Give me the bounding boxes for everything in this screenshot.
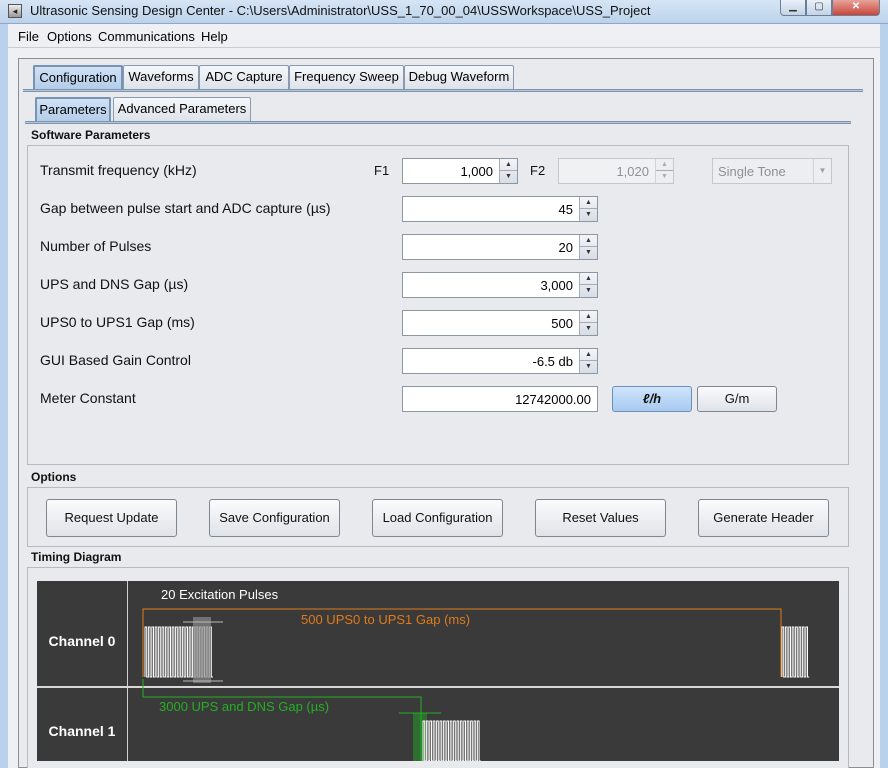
chevron-up-icon[interactable]: ▲ — [580, 311, 597, 323]
sub-tab-divider — [25, 121, 851, 124]
ups-dns-gap-stepper[interactable]: ▲ ▼ — [579, 273, 597, 297]
chevron-up-icon[interactable]: ▲ — [580, 273, 597, 285]
num-pulses-stepper[interactable]: ▲ ▼ — [579, 235, 597, 259]
main-tab-divider — [23, 89, 863, 92]
software-parameters-panel: Transmit frequency (kHz) F1 1,000 ▲ ▼ F2 … — [27, 145, 849, 465]
main-panel: Configuration Waveforms ADC Capture Freq… — [18, 58, 874, 768]
channel-1-pulses — [422, 720, 481, 761]
minimize-button[interactable]: ▁ — [780, 0, 806, 16]
ups-dns-gap-label: UPS and DNS Gap (µs) — [40, 276, 189, 292]
menu-file[interactable]: File — [18, 29, 39, 44]
chevron-down-icon[interactable]: ▼ — [580, 323, 597, 335]
gap-pulse-adc-value: 45 — [558, 202, 573, 217]
ups0-ups1-gap-bracket — [142, 608, 782, 677]
chevron-down-icon[interactable]: ▼ — [580, 361, 597, 373]
software-parameters-title: Software Parameters — [31, 128, 151, 142]
chevron-down-icon[interactable]: ▼ — [500, 171, 517, 183]
ups0-ups1-gap-value: 500 — [551, 316, 573, 331]
num-pulses-label: Number of Pulses — [40, 238, 152, 254]
tab-waveforms[interactable]: Waveforms — [123, 65, 199, 89]
channel-0-receive-pulses — [781, 626, 810, 678]
chevron-up-icon[interactable]: ▲ — [580, 235, 597, 247]
chevron-down-icon[interactable]: ▼ — [813, 159, 831, 183]
tone-mode-value: Single Tone — [718, 164, 786, 179]
chevron-down-icon[interactable]: ▼ — [580, 285, 597, 297]
ups0-ups1-gap-spinner[interactable]: 500 ▲ ▼ — [402, 310, 598, 336]
timing-diagram-title: Timing Diagram — [31, 550, 122, 564]
num-pulses-value: 20 — [558, 240, 573, 255]
adc-window-marker — [193, 617, 211, 683]
f1-value: 1,000 — [460, 164, 493, 179]
menu-options[interactable]: Options — [47, 29, 92, 44]
meter-constant-label: Meter Constant — [40, 390, 136, 406]
chevron-up-icon[interactable]: ▲ — [500, 159, 517, 171]
gap-pulse-adc-label: Gap between pulse start and ADC capture … — [40, 200, 331, 216]
tab-advanced-parameters[interactable]: Advanced Parameters — [113, 97, 251, 121]
chevron-up-icon[interactable]: ▲ — [580, 349, 597, 361]
ups0-ups1-gap-stepper[interactable]: ▲ ▼ — [579, 311, 597, 335]
gain-control-spinner[interactable]: -6.5 db ▲ ▼ — [402, 348, 598, 374]
options-title: Options — [31, 470, 77, 484]
ups-dns-gap-spinner[interactable]: 3,000 ▲ ▼ — [402, 272, 598, 298]
window-title: Ultrasonic Sensing Design Center - C:\Us… — [30, 3, 651, 18]
meter-constant-field[interactable]: 12742000.00 — [402, 386, 598, 412]
meter-constant-value: 12742000.00 — [515, 392, 591, 407]
num-pulses-spinner[interactable]: 20 ▲ ▼ — [402, 234, 598, 260]
tab-adc-capture[interactable]: ADC Capture — [199, 65, 289, 89]
tab-configuration[interactable]: Configuration — [33, 65, 123, 89]
reset-values-button[interactable]: Reset Values — [535, 499, 666, 537]
ups-dns-gap-value: 3,000 — [540, 278, 573, 293]
gain-control-label: GUI Based Gain Control — [40, 352, 191, 368]
f1-stepper[interactable]: ▲ ▼ — [499, 159, 517, 183]
app-icon: ◂ — [8, 4, 22, 18]
ups-dns-gap-bracket — [142, 679, 422, 761]
tab-debug-waveform[interactable]: Debug Waveform — [404, 65, 514, 89]
gap-pulse-adc-stepper[interactable]: ▲ ▼ — [579, 197, 597, 221]
f2-label: F2 — [530, 163, 546, 178]
chevron-up-icon[interactable]: ▲ — [580, 197, 597, 209]
menu-bar: File Options Communications Help — [8, 24, 880, 48]
menu-communications[interactable]: Communications — [98, 29, 195, 44]
client-area: Configuration Waveforms ADC Capture Freq… — [8, 48, 880, 768]
ups0-ups1-gap-label: UPS0 to UPS1 Gap (ms) — [40, 314, 195, 330]
tab-frequency-sweep[interactable]: Frequency Sweep — [289, 65, 404, 89]
gain-control-stepper[interactable]: ▲ ▼ — [579, 349, 597, 373]
gap-pulse-adc-spinner[interactable]: 45 ▲ ▼ — [402, 196, 598, 222]
options-panel: Request Update Save Configuration Load C… — [27, 487, 849, 547]
gain-control-value: -6.5 db — [532, 354, 573, 369]
f2-spinner[interactable]: 1,020 ▲ ▼ — [558, 158, 674, 184]
chevron-down-icon[interactable]: ▼ — [580, 209, 597, 221]
request-update-button[interactable]: Request Update — [46, 499, 177, 537]
unit-gallons-per-minute-toggle[interactable]: G/m — [697, 386, 777, 412]
chevron-down-icon[interactable]: ▼ — [580, 247, 597, 259]
f2-value: 1,020 — [616, 164, 649, 179]
title-bar: ◂ Ultrasonic Sensing Design Center - C:\… — [0, 0, 888, 24]
chevron-down-icon[interactable]: ▼ — [656, 171, 673, 183]
timing-diagram-canvas: Channel 0 Channel 1 20 Excitation Pulses… — [37, 581, 839, 761]
generate-header-button[interactable]: Generate Header — [698, 499, 829, 537]
tone-mode-select[interactable]: Single Tone ▼ — [712, 158, 832, 184]
transmit-frequency-label: Transmit frequency (kHz) — [40, 162, 197, 178]
chevron-up-icon[interactable]: ▲ — [656, 159, 673, 171]
save-configuration-button[interactable]: Save Configuration — [209, 499, 340, 537]
close-button[interactable]: ✕ — [832, 0, 880, 16]
load-configuration-button[interactable]: Load Configuration — [372, 499, 503, 537]
f2-stepper[interactable]: ▲ ▼ — [655, 159, 673, 183]
f1-label: F1 — [374, 163, 390, 178]
maximize-button[interactable]: ▢ — [806, 0, 832, 16]
menu-help[interactable]: Help — [201, 29, 228, 44]
f1-spinner[interactable]: 1,000 ▲ ▼ — [402, 158, 518, 184]
tab-parameters[interactable]: Parameters — [35, 97, 111, 121]
timing-waveforms — [142, 608, 810, 761]
unit-liters-per-hour-toggle[interactable]: ℓ/h — [612, 386, 692, 412]
